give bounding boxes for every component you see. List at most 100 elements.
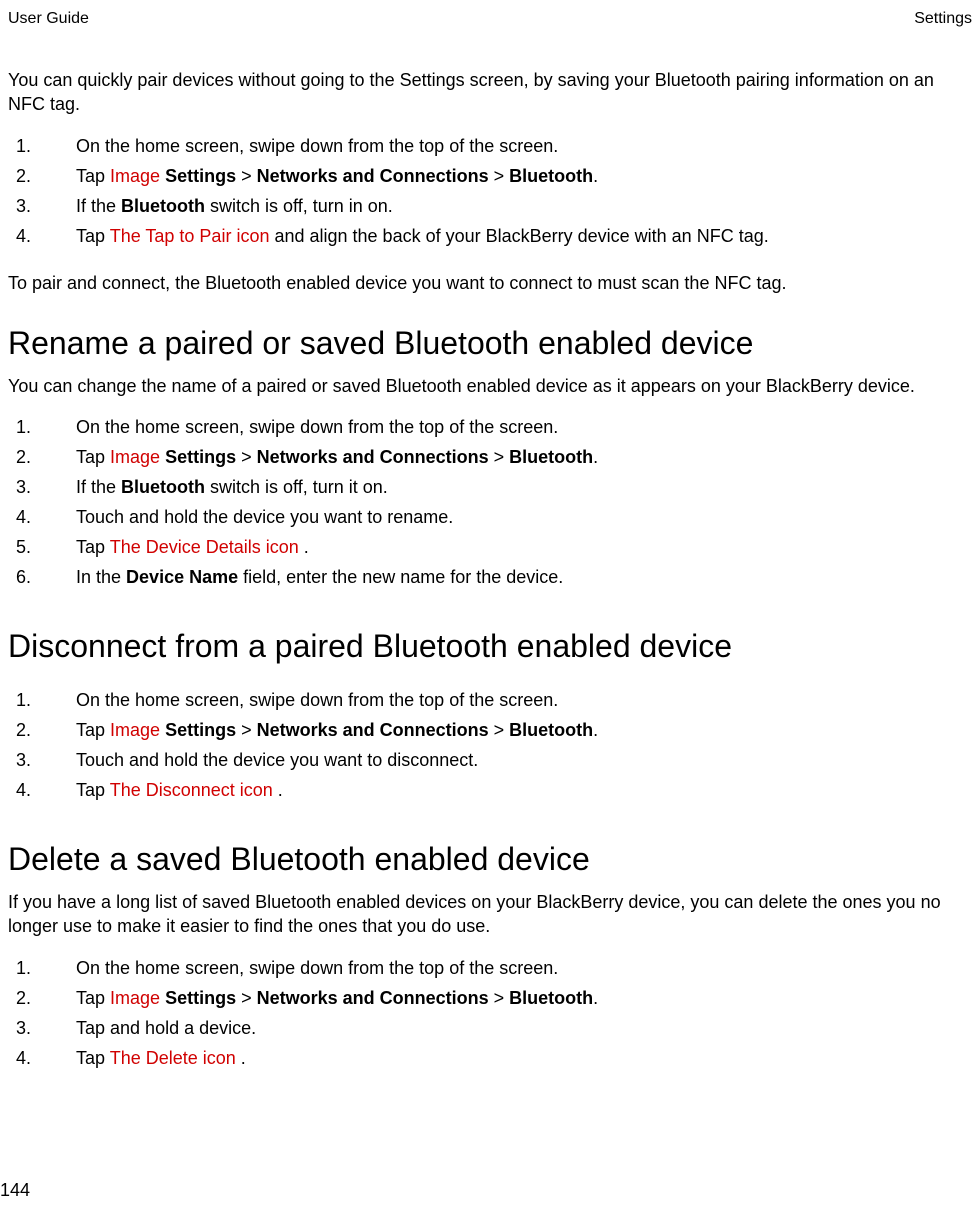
text-part: > bbox=[236, 988, 257, 1008]
text-part: Tap bbox=[76, 226, 110, 246]
text-part: Tap and hold a device. bbox=[76, 1018, 256, 1038]
section2-title: Disconnect from a paired Bluetooth enabl… bbox=[8, 612, 972, 677]
list-item: 4.Tap The Disconnect icon . bbox=[8, 777, 972, 807]
list-item: 1. On the home screen, swipe down from th… bbox=[8, 414, 972, 444]
text-part: . bbox=[236, 1048, 246, 1068]
list-item: 3. If the Bluetooth switch is off, turn i… bbox=[8, 193, 972, 223]
text-part: . bbox=[593, 720, 598, 740]
section1-steps: 1. On the home screen, swipe down from th… bbox=[8, 414, 972, 612]
text-part: Tap bbox=[76, 1048, 110, 1068]
step-number: 3. bbox=[16, 474, 31, 501]
list-item: 1. On the home screen, swipe down from th… bbox=[8, 687, 972, 717]
step-number: 4. bbox=[16, 1045, 31, 1072]
step-number: 1. bbox=[16, 955, 31, 982]
text-part: Tap bbox=[76, 720, 110, 740]
text-part: > bbox=[236, 166, 257, 186]
text-part: Tap bbox=[76, 537, 110, 557]
page-header: User Guide Settings bbox=[8, 10, 972, 68]
section1-intro: You can change the name of a paired or s… bbox=[8, 374, 972, 414]
text-part: > bbox=[236, 720, 257, 740]
step-number: 3. bbox=[16, 747, 31, 774]
text-part: The Disconnect icon bbox=[110, 780, 273, 800]
text-part: switch is off, turn in on. bbox=[205, 196, 393, 216]
header-left: User Guide bbox=[8, 10, 89, 28]
step-number: 3. bbox=[16, 1015, 31, 1042]
text-part: The Tap to Pair icon bbox=[110, 226, 270, 246]
text-part: Bluetooth bbox=[509, 447, 593, 467]
section0-intro: You can quickly pair devices without goi… bbox=[8, 68, 972, 133]
text-part: > bbox=[489, 988, 510, 1008]
text-part: Settings bbox=[165, 447, 236, 467]
step-number: 1. bbox=[16, 133, 31, 160]
list-item: 1. On the home screen, swipe down from th… bbox=[8, 955, 972, 985]
list-item: 2.Tap Image Settings > Networks and Conn… bbox=[8, 444, 972, 474]
text-part: switch is off, turn it on. bbox=[205, 477, 388, 497]
section3-intro: If you have a long list of saved Bluetoo… bbox=[8, 890, 972, 955]
text-part: Networks and Connections bbox=[257, 166, 489, 186]
header-right: Settings bbox=[914, 10, 972, 28]
section1-title: Rename a paired or saved Bluetooth enabl… bbox=[8, 325, 972, 374]
text-part: Settings bbox=[165, 988, 236, 1008]
text-part: > bbox=[489, 166, 510, 186]
text-part: Tap bbox=[76, 447, 110, 467]
list-item: 3. Tap and hold a device. bbox=[8, 1015, 972, 1045]
step-number: 5. bbox=[16, 534, 31, 561]
text-part: On the home screen, swipe down from the … bbox=[76, 690, 558, 710]
step-number: 1. bbox=[16, 414, 31, 441]
list-item: 2. Tap Image Settings > Networks and Conn… bbox=[8, 717, 972, 747]
step-number: 2. bbox=[16, 163, 31, 190]
step-number: 2. bbox=[16, 444, 31, 471]
text-part: Image bbox=[110, 166, 160, 186]
list-item: 1. On the home screen, swipe down from th… bbox=[8, 133, 972, 163]
text-part: . bbox=[593, 166, 598, 186]
text-part: Bluetooth bbox=[121, 196, 205, 216]
text-part: Bluetooth bbox=[509, 166, 593, 186]
step-number: 6. bbox=[16, 564, 31, 591]
text-part: The Delete icon bbox=[110, 1048, 236, 1068]
text-part: Networks and Connections bbox=[257, 988, 489, 1008]
text-part: Image bbox=[110, 988, 160, 1008]
page-number: 144 bbox=[0, 1180, 30, 1201]
text-part: Bluetooth bbox=[509, 988, 593, 1008]
section3-steps: 1. On the home screen, swipe down from th… bbox=[8, 955, 972, 1093]
list-item: 4. Tap The Delete icon . bbox=[8, 1045, 972, 1075]
step-number: 1. bbox=[16, 687, 31, 714]
text-part: If the bbox=[76, 196, 121, 216]
text-part: . bbox=[299, 537, 309, 557]
text-part: Touch and hold the device you want to re… bbox=[76, 507, 453, 527]
text-part: . bbox=[273, 780, 283, 800]
text-part: Networks and Connections bbox=[257, 447, 489, 467]
list-item: 6. In the Device Name field, enter the ne… bbox=[8, 564, 972, 594]
step-number: 2. bbox=[16, 985, 31, 1012]
text-part: Device Name bbox=[126, 567, 238, 587]
text-part: On the home screen, swipe down from the … bbox=[76, 136, 558, 156]
step-number: 2. bbox=[16, 717, 31, 744]
step-number: 4. bbox=[16, 504, 31, 531]
list-item: 5.Tap The Device Details icon . bbox=[8, 534, 972, 564]
step-number: 3. bbox=[16, 193, 31, 220]
text-part: On the home screen, swipe down from the … bbox=[76, 958, 558, 978]
text-part: . bbox=[593, 988, 598, 1008]
text-part: Image bbox=[110, 720, 160, 740]
text-part: Image bbox=[110, 447, 160, 467]
list-item: 3.If the Bluetooth switch is off, turn i… bbox=[8, 474, 972, 504]
section3-title: Delete a saved Bluetooth enabled device bbox=[8, 825, 972, 890]
text-part: Tap bbox=[76, 988, 110, 1008]
text-part: On the home screen, swipe down from the … bbox=[76, 417, 558, 437]
section0-steps: 1. On the home screen, swipe down from th… bbox=[8, 133, 972, 271]
text-part: and align the back of your BlackBerry de… bbox=[269, 226, 768, 246]
list-item: 4.Tap The Tap to Pair icon and align the… bbox=[8, 223, 972, 253]
list-item: 3.Touch and hold the device you want to … bbox=[8, 747, 972, 777]
text-part: In the bbox=[76, 567, 126, 587]
text-part: If the bbox=[76, 477, 121, 497]
text-part: Settings bbox=[165, 720, 236, 740]
text-part: Tap bbox=[76, 780, 110, 800]
text-part: . bbox=[593, 447, 598, 467]
text-part: Networks and Connections bbox=[257, 720, 489, 740]
text-part: field, enter the new name for the device… bbox=[238, 567, 563, 587]
text-part: Settings bbox=[165, 166, 236, 186]
list-item: 4. Touch and hold the device you want to … bbox=[8, 504, 972, 534]
text-part: Bluetooth bbox=[509, 720, 593, 740]
section2-steps: 1. On the home screen, swipe down from th… bbox=[8, 677, 972, 825]
text-part: Tap bbox=[76, 166, 110, 186]
